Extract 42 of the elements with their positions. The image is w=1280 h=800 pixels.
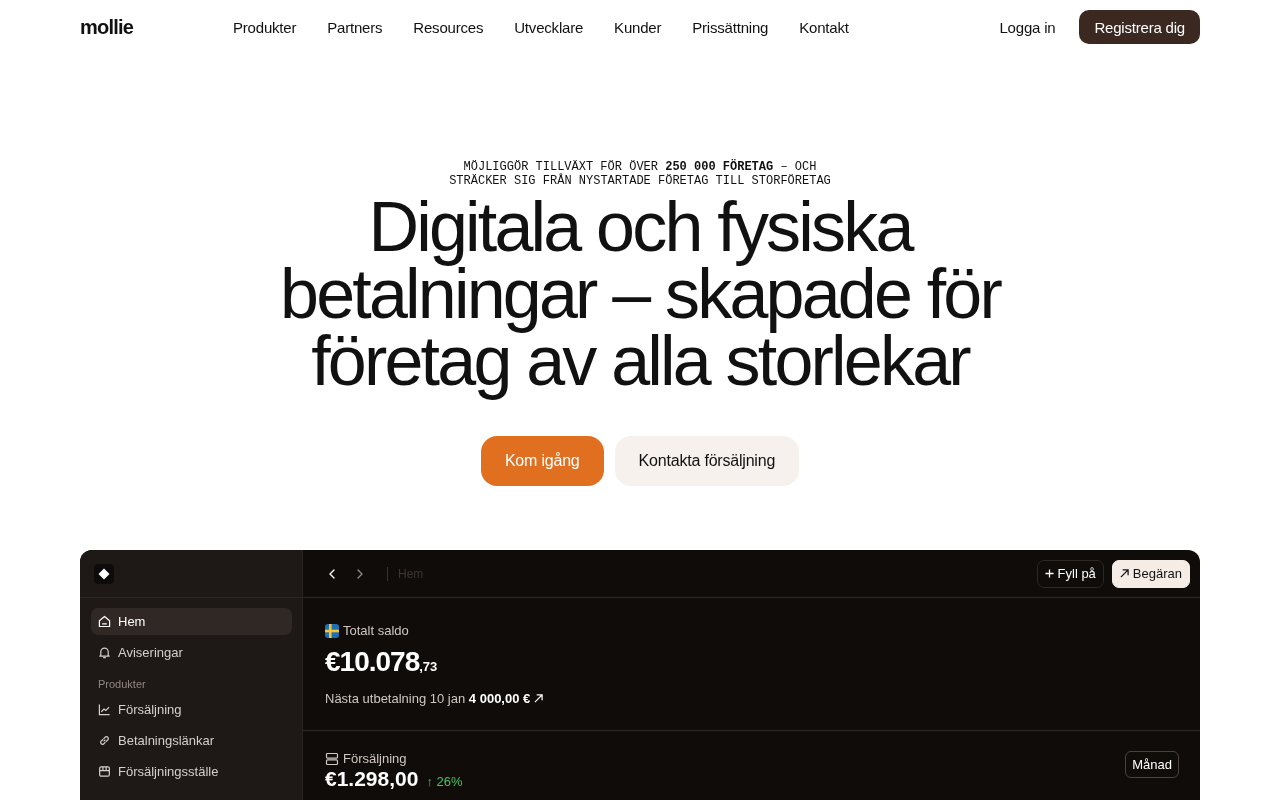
top-up-button[interactable]: Fyll på: [1036, 559, 1104, 588]
sidebar-item[interactable]: Aviseringar: [91, 639, 292, 666]
store-icon: [98, 765, 111, 778]
nav-link[interactable]: Kontakt: [799, 18, 849, 36]
signup-button[interactable]: Registrera dig: [1079, 10, 1200, 44]
chevron-left-icon: [329, 568, 335, 579]
chevron-right-icon: [357, 568, 363, 579]
nav-link[interactable]: Kunder: [614, 18, 662, 36]
home-icon: [98, 615, 111, 628]
diamond-logo-icon: [94, 563, 114, 584]
sidebar-section-label: Produkter: [97, 677, 147, 692]
arrow-up-right-icon: [1119, 569, 1129, 578]
line-chart-icon: [98, 703, 111, 716]
balance-label: Totalt saldo: [343, 623, 409, 638]
arrow-up-right-icon: [534, 694, 544, 703]
eyebrow-text: MÖJLIGGÖR TILLVÄXT FÖR ÖVER 250 000 FÖRETAG – OCH STRÄCKER SIG FRÅN NYSTARTADE FÖRETAG TILL STORFÖRETAG: [448, 160, 832, 188]
nav-link[interactable]: Utvecklare: [514, 18, 584, 36]
nav-link[interactable]: Resources: [413, 18, 484, 36]
sidebar-item[interactable]: Betalningslänkar: [91, 727, 292, 754]
nav-link[interactable]: Partners: [327, 18, 383, 36]
nav-link[interactable]: Prissättning: [692, 18, 769, 36]
contact-sales-button[interactable]: Kontakta försäljning: [614, 436, 800, 486]
sales-label: Försäljning: [343, 751, 407, 766]
plus-icon: [1044, 569, 1054, 578]
next-payout-text: Nästa utbetalning 10 jan 4 000,00 €: [325, 691, 531, 706]
period-dropdown[interactable]: Månad: [1125, 751, 1179, 778]
bell-icon: [98, 646, 111, 659]
balance-cents: ,73: [419, 659, 438, 674]
logo[interactable]: mollie: [80, 15, 133, 39]
request-button[interactable]: Begäran: [1111, 559, 1190, 588]
link-icon: [98, 734, 111, 747]
balance-amount: €10.078: [325, 646, 420, 678]
sales-amount: €1.298,00: [325, 767, 419, 791]
stack-icon: [325, 751, 339, 766]
sidebar-item[interactable]: Försäljningsställe: [91, 758, 292, 785]
hero-heading: Digitala och fysiska betalningar – skapade för företag av alla storlekar: [279, 194, 1002, 402]
login-link[interactable]: Logga in: [999, 18, 1056, 36]
nav-link[interactable]: Produkter: [233, 18, 297, 36]
sidebar-item[interactable]: Försäljning: [91, 696, 292, 723]
sidebar-item[interactable]: Hem: [91, 608, 292, 635]
swedish-flag-icon: [325, 623, 339, 638]
sales-change: ↑ 26%: [426, 774, 463, 789]
